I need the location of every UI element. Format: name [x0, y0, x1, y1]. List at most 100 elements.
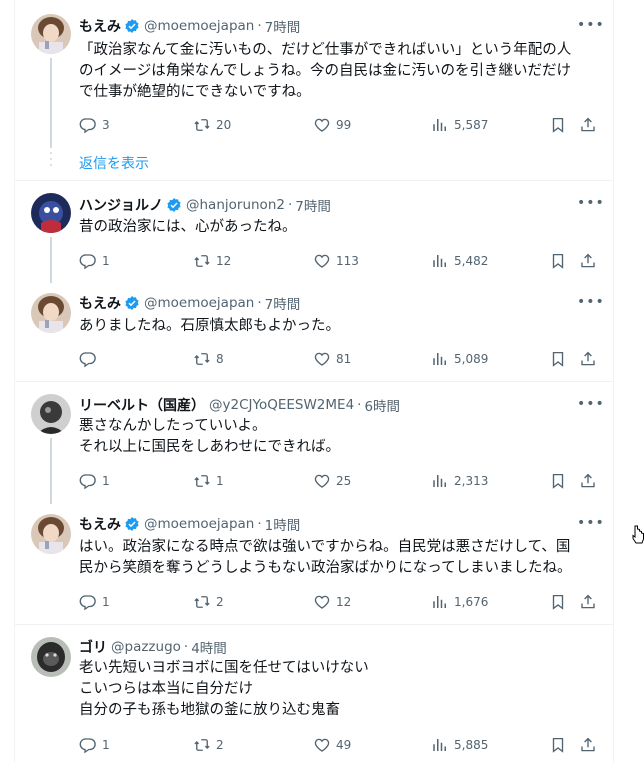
- avatar[interactable]: [31, 394, 71, 434]
- reply-icon: [79, 352, 96, 368]
- reply-count: 1: [102, 474, 110, 488]
- views-button[interactable]: 1,676: [431, 592, 488, 612]
- view-count: 5,089: [454, 352, 489, 366]
- views-button[interactable]: 5,587: [431, 115, 488, 135]
- retweet-icon: [194, 596, 210, 608]
- tweet-actions: 1 12 113 5,482: [79, 251, 609, 271]
- avatar[interactable]: [31, 514, 71, 554]
- tweet-text: 昔の政治家には、心があったね。: [79, 217, 599, 238]
- tweet[interactable]: もえみ @moemoejapan · 7時間 ••• ありましたね。石原慎太郎も…: [15, 281, 613, 381]
- views-button[interactable]: 5,089: [431, 349, 488, 369]
- timestamp[interactable]: 7時間: [265, 16, 301, 36]
- tweet[interactable]: もえみ @moemoejapan · 1時間 ••• はい。政治家になる時点で欲…: [15, 502, 613, 624]
- share-icon: [581, 737, 595, 752]
- reply-button[interactable]: 1: [79, 471, 110, 491]
- display-name[interactable]: リーベルト（国産）: [79, 395, 205, 415]
- avatar[interactable]: [31, 637, 71, 677]
- more-icon[interactable]: •••: [577, 196, 604, 216]
- like-button[interactable]: 81: [313, 349, 351, 369]
- handle[interactable]: @moemoejapan: [144, 516, 254, 532]
- reply-count: 3: [102, 118, 110, 132]
- share-button[interactable]: [579, 471, 602, 491]
- tweet[interactable]: リーベルト（国産） @y2CJYoQEESW2ME4 · 6時間 ••• 悪さな…: [15, 382, 613, 504]
- retweet-count: 1: [216, 474, 224, 488]
- tweet[interactable]: ハンジョルノ @hanjorunon2 · 7時間 ••• 昔の政治家には、心が…: [15, 181, 613, 283]
- handle[interactable]: @moemoejapan: [144, 18, 254, 34]
- show-replies-link[interactable]: 返信を表示: [79, 153, 149, 173]
- handle[interactable]: @moemoejapan: [144, 295, 254, 311]
- tweet-text-line: 民から笑顔を奪うどうしようもない政治家ばかりになってしまいましたね。: [79, 560, 572, 576]
- like-button[interactable]: 113: [313, 251, 359, 271]
- reply-count: 1: [102, 738, 110, 752]
- avatar[interactable]: [31, 193, 71, 233]
- tweet-actions: 1 2 49 5,885: [79, 735, 609, 755]
- retweet-button[interactable]: 2: [193, 735, 224, 755]
- avatar[interactable]: [31, 14, 71, 54]
- retweet-button[interactable]: 2: [193, 592, 224, 612]
- share-button[interactable]: [579, 115, 602, 135]
- bookmark-icon: [552, 594, 564, 610]
- like-button[interactable]: 49: [313, 735, 351, 755]
- tweet-text-line: 老い先短いヨボヨボに国を任せてはいけない: [79, 660, 369, 676]
- reply-button[interactable]: [79, 349, 102, 369]
- tweet-text-line: はい。政治家になる時点で欲は強いですからね。自民党は悪さだけして、国: [79, 539, 571, 555]
- thread-line: [50, 237, 52, 283]
- reply-button[interactable]: 3: [79, 115, 110, 135]
- display-name[interactable]: もえみ: [79, 514, 121, 534]
- like-button[interactable]: 25: [313, 471, 351, 491]
- like-button[interactable]: 99: [313, 115, 351, 135]
- views-button[interactable]: 5,482: [431, 251, 488, 271]
- views-button[interactable]: 5,885: [431, 735, 488, 755]
- tweet-header: もえみ @moemoejapan · 7時間: [79, 293, 597, 313]
- reply-button[interactable]: 1: [79, 251, 110, 271]
- avatar[interactable]: [31, 293, 71, 333]
- timestamp[interactable]: 7時間: [265, 293, 301, 313]
- timestamp[interactable]: 6時間: [364, 395, 400, 415]
- bookmark-button[interactable]: [549, 251, 572, 271]
- tweet[interactable]: ゴリ @pazzugo · 4時間 老い先短いヨボヨボに国を任せてはいけない こ…: [15, 625, 613, 763]
- handle[interactable]: @pazzugo: [111, 639, 181, 655]
- more-icon[interactable]: •••: [577, 18, 604, 38]
- retweet-icon: [194, 119, 210, 131]
- like-button[interactable]: 12: [313, 592, 351, 612]
- tweet-actions: 1 1 25 2,313: [79, 471, 609, 491]
- display-name[interactable]: もえみ: [79, 293, 121, 313]
- retweet-button[interactable]: 8: [193, 349, 224, 369]
- retweet-button[interactable]: 12: [193, 251, 231, 271]
- more-icon[interactable]: •••: [577, 397, 604, 417]
- timestamp[interactable]: 7時間: [295, 195, 331, 215]
- display-name[interactable]: ハンジョルノ: [79, 195, 163, 215]
- timestamp[interactable]: 4時間: [191, 637, 227, 657]
- timestamp[interactable]: 1時間: [265, 514, 301, 534]
- bookmark-button[interactable]: [549, 471, 572, 491]
- bookmark-icon: [552, 351, 564, 367]
- handle[interactable]: @hanjorunon2: [186, 197, 285, 213]
- display-name[interactable]: ゴリ: [79, 637, 107, 657]
- bookmark-button[interactable]: [549, 115, 572, 135]
- bookmark-button[interactable]: [549, 592, 572, 612]
- share-button[interactable]: [579, 349, 602, 369]
- tweet-text: 老い先短いヨボヨボに国を任せてはいけない こいつらは本当に自分だけ 自分の子も孫…: [79, 658, 599, 721]
- retweet-icon: [194, 353, 210, 365]
- bookmark-button[interactable]: [549, 349, 572, 369]
- handle[interactable]: @y2CJYoQEESW2ME4: [209, 397, 354, 413]
- reply-icon: [79, 595, 96, 611]
- retweet-count: 2: [216, 595, 224, 609]
- bookmark-button[interactable]: [549, 735, 572, 755]
- share-button[interactable]: [579, 592, 602, 612]
- retweet-count: 8: [216, 352, 224, 366]
- more-icon[interactable]: •••: [577, 516, 604, 536]
- more-icon[interactable]: •••: [577, 295, 604, 315]
- tweet[interactable]: もえみ @moemoejapan · 7時間 ••• 「政治家なんて金に汚いもの…: [15, 0, 613, 150]
- views-button[interactable]: 2,313: [431, 471, 488, 491]
- heart-icon: [314, 474, 330, 488]
- retweet-button[interactable]: 1: [193, 471, 224, 491]
- retweet-button[interactable]: 20: [193, 115, 231, 135]
- share-button[interactable]: [579, 251, 602, 271]
- display-name[interactable]: もえみ: [79, 16, 121, 36]
- reply-icon: [79, 738, 96, 754]
- reply-button[interactable]: 1: [79, 592, 110, 612]
- share-button[interactable]: [579, 735, 602, 755]
- reply-button[interactable]: 1: [79, 735, 110, 755]
- views-icon: [433, 475, 446, 487]
